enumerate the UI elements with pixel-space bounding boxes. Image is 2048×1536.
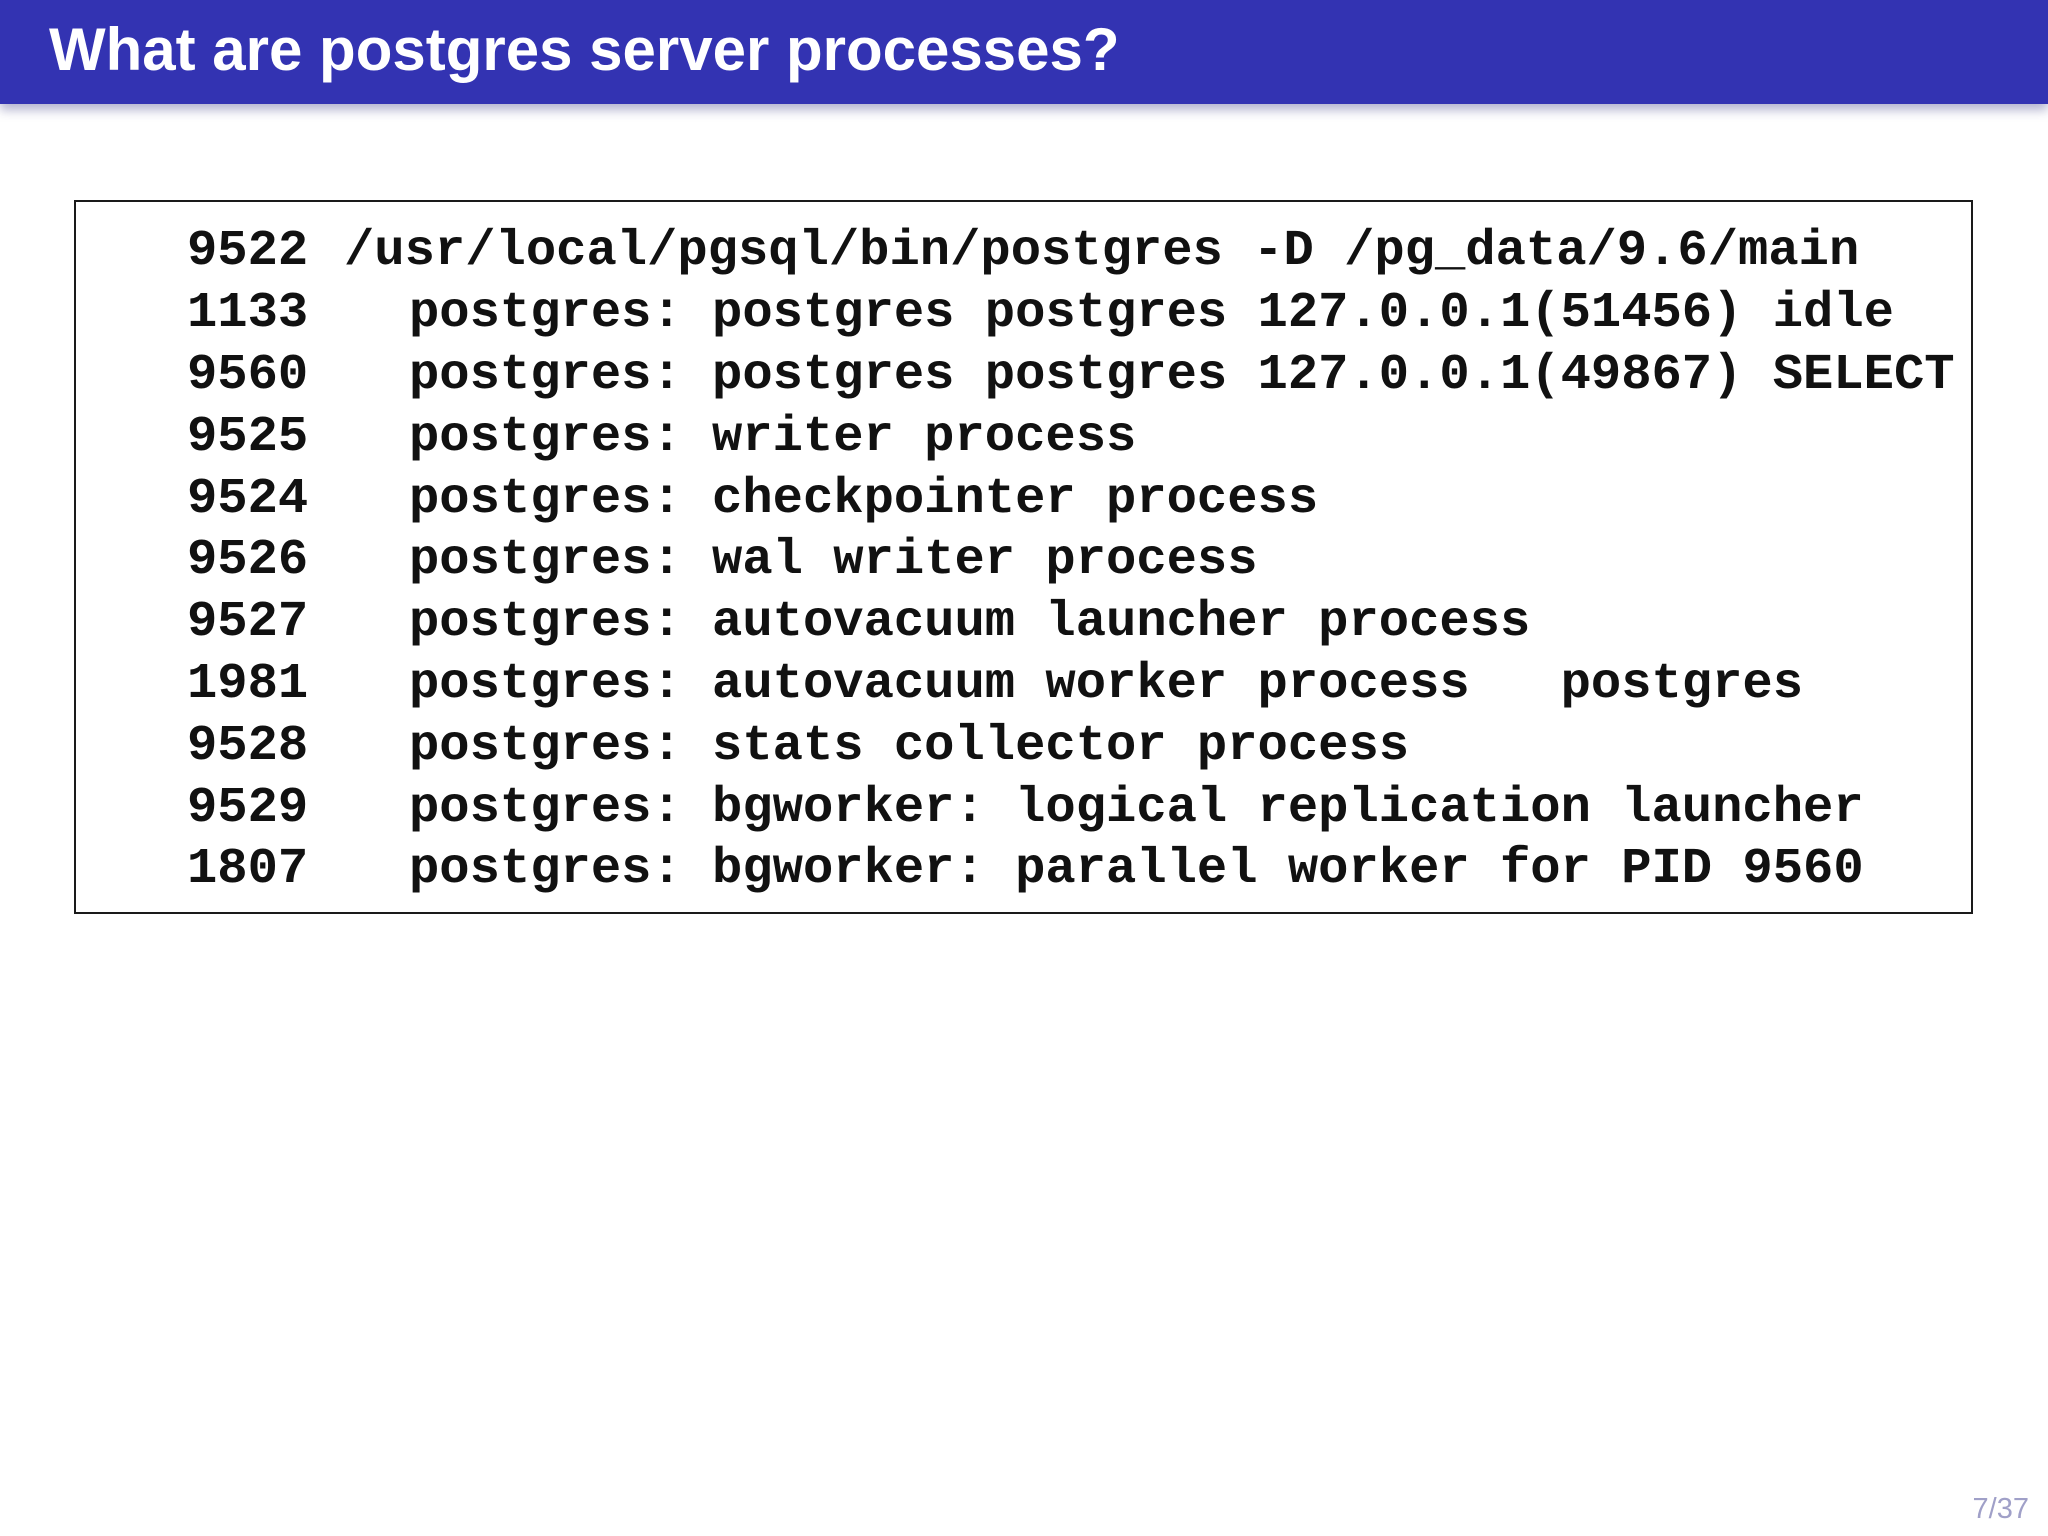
process-command: postgres: postgres postgres 127.0.0.1(51… [409,285,1894,343]
process-row: 1981 postgres: autovacuum worker process … [187,654,1955,716]
process-row: 9522/usr/local/pgsql/bin/postgres -D /pg… [187,221,1955,283]
process-command: postgres: writer process [409,408,1137,466]
slide: What are postgres server processes? 9522… [0,0,2048,1536]
process-pid: 9526 [187,532,309,590]
process-command: postgres: bgworker: logical replication … [409,779,1864,837]
process-row: 9525 postgres: writer process [187,406,1955,468]
page-number: 7/37 [1972,1493,2029,1525]
process-pid: 9560 [187,346,309,404]
process-row: 9524 postgres: checkpointer process [187,468,1955,530]
process-pid: 9528 [187,717,309,775]
slide-title: What are postgres server processes? [49,16,1120,83]
process-pid: 9529 [187,779,309,837]
process-command: postgres: autovacuum worker process post… [409,655,1804,713]
process-pid: 9522 [187,223,309,281]
process-row: 9526 postgres: wal writer process [187,530,1955,592]
process-command: postgres: checkpointer process [409,470,1319,528]
process-row: 1807 postgres: bgworker: parallel worker … [187,839,1955,901]
process-row: 9560 postgres: postgres postgres 127.0.0.… [187,345,1955,407]
process-row: 1133 postgres: postgres postgres 127.0.0.… [187,283,1955,345]
title-bar: What are postgres server processes? [0,0,2048,104]
process-listing-box: 9522/usr/local/pgsql/bin/postgres -D /pg… [74,200,1973,914]
process-command: postgres: bgworker: parallel worker for … [409,841,1864,899]
process-pid: 9524 [187,470,309,528]
process-pid: 9525 [187,408,309,466]
process-command: postgres: wal writer process [409,532,1258,590]
process-command: postgres: stats collector process [409,717,1410,775]
process-pid: 1133 [187,285,309,343]
process-list: 9522/usr/local/pgsql/bin/postgres -D /pg… [187,221,1955,901]
process-row: 9528 postgres: stats collector process [187,715,1955,777]
process-command: postgres: autovacuum launcher process [409,594,1531,652]
process-command: /usr/local/pgsql/bin/postgres -D /pg_dat… [344,223,1860,281]
process-command: postgres: postgres postgres 127.0.0.1(49… [409,346,1955,404]
process-pid: 9527 [187,594,309,652]
process-pid: 1807 [187,841,309,899]
process-row: 9529 postgres: bgworker: logical replicat… [187,777,1955,839]
process-row: 9527 postgres: autovacuum launcher proces… [187,592,1955,654]
process-pid: 1981 [187,655,309,713]
